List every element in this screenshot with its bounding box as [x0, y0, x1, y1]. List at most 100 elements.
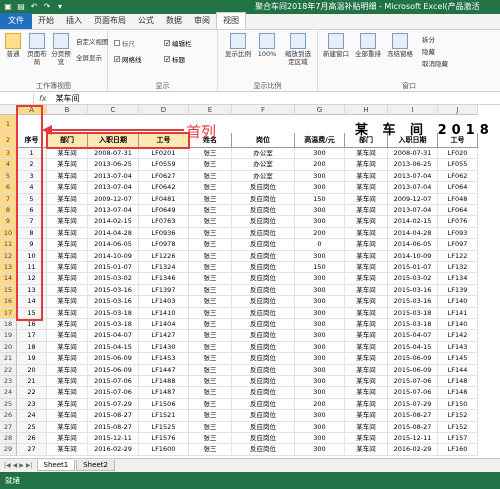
table-cell[interactable]: 反应岗位 — [232, 273, 295, 285]
table-cell[interactable]: 23 — [17, 398, 47, 411]
table-cell[interactable]: 某车间 — [47, 307, 88, 319]
table-cell[interactable]: 2015-04-07 — [88, 330, 139, 342]
table-cell[interactable]: 300 — [295, 170, 345, 183]
zoom-button[interactable]: 显示比例 — [224, 33, 252, 58]
table-cell[interactable]: 2015-07-29 — [388, 398, 438, 411]
table-cell[interactable]: 张三 — [189, 170, 232, 183]
table-cell[interactable]: 反应岗位 — [232, 398, 295, 411]
row-header[interactable]: 1 — [0, 115, 17, 133]
table-cell[interactable]: 反应岗位 — [232, 307, 295, 319]
table-cell[interactable]: 2015-08-27 — [388, 410, 438, 422]
table-cell[interactable]: 张三 — [189, 376, 232, 388]
normal-view-button[interactable]: 普通 — [2, 33, 24, 58]
table-cell[interactable]: LF1430 — [139, 341, 189, 354]
row-header[interactable]: 29 — [0, 444, 17, 456]
tab-home[interactable]: 开始 — [32, 13, 60, 29]
table-cell[interactable]: 2013-07-04 — [388, 170, 438, 183]
prev-sheet-icon[interactable]: ◀ — [13, 462, 18, 469]
table-cell[interactable]: 2013-07-04 — [88, 182, 139, 194]
row-header[interactable]: 21 — [0, 353, 17, 365]
table-cell[interactable]: 300 — [295, 307, 345, 319]
table-cell[interactable]: 24 — [17, 410, 47, 422]
table-cell[interactable]: 某车间 — [47, 239, 88, 251]
table-cell[interactable]: 张三 — [189, 307, 232, 319]
table-cell[interactable]: 某车间 — [47, 262, 88, 274]
table-cell[interactable]: LF145 — [438, 353, 478, 365]
table-cell[interactable]: 某车间 — [345, 398, 388, 411]
table-cell[interactable]: 某车间 — [345, 307, 388, 319]
table-cell[interactable]: 张三 — [189, 410, 232, 422]
row-header[interactable]: 7 — [0, 193, 17, 205]
table-cell[interactable]: 某车间 — [345, 353, 388, 365]
table-cell[interactable]: 某车间 — [47, 284, 88, 297]
zoom-100-button[interactable]: 100% — [256, 33, 278, 58]
row-header[interactable]: 27 — [0, 421, 17, 433]
table-cell[interactable]: 300 — [295, 421, 345, 433]
table-cell[interactable]: 某车间 — [47, 273, 88, 285]
row-header[interactable]: 28 — [0, 433, 17, 445]
header-cell[interactable]: 岗位 — [232, 133, 295, 148]
table-cell[interactable]: LF0978 — [139, 239, 189, 251]
table-cell[interactable]: 2015-03-18 — [388, 319, 438, 331]
table-cell[interactable]: 300 — [295, 148, 345, 160]
table-cell[interactable]: 某车间 — [47, 216, 88, 228]
table-cell[interactable]: LF1410 — [139, 307, 189, 319]
table-cell[interactable]: 2015-01-07 — [388, 262, 438, 274]
table-cell[interactable]: 某车间 — [47, 364, 88, 376]
table-cell[interactable]: 张三 — [189, 341, 232, 354]
row-header[interactable]: 9 — [0, 216, 17, 228]
table-cell[interactable]: LF1447 — [139, 364, 189, 376]
row-header[interactable]: 16 — [0, 296, 17, 308]
table-cell[interactable]: 2013-07-04 — [88, 205, 139, 217]
table-cell[interactable]: 某车间 — [345, 170, 388, 183]
column-header[interactable]: I — [388, 105, 438, 115]
table-cell[interactable]: 某车间 — [47, 341, 88, 354]
ruler-checkbox[interactable]: 标尺 — [114, 38, 135, 48]
table-cell[interactable]: 某车间 — [345, 227, 388, 240]
table-cell[interactable]: 300 — [295, 387, 345, 399]
table-cell[interactable]: LF064 — [438, 205, 478, 217]
table-cell[interactable]: 张三 — [189, 193, 232, 205]
table-cell[interactable]: LF048 — [438, 193, 478, 205]
row-header[interactable]: 2 — [0, 133, 17, 148]
row-header[interactable]: 10 — [0, 227, 17, 240]
table-cell[interactable]: 办公室 — [232, 170, 295, 183]
column-header[interactable]: H — [345, 105, 388, 115]
table-cell[interactable]: LF143 — [438, 341, 478, 354]
table-cell[interactable]: LF1600 — [139, 444, 189, 456]
table-cell[interactable]: 22 — [17, 387, 47, 399]
table-cell[interactable]: 200 — [295, 398, 345, 411]
table-cell[interactable]: 2013-07-04 — [388, 205, 438, 217]
table-cell[interactable]: 2014-02-15 — [388, 216, 438, 228]
table-cell[interactable]: 某车间 — [345, 193, 388, 205]
table-cell[interactable]: LF140 — [438, 296, 478, 308]
customize-qat-icon[interactable]: ▾ — [55, 2, 65, 12]
table-cell[interactable]: 某车间 — [47, 353, 88, 365]
header-cell[interactable]: 高温费/元 — [295, 133, 345, 148]
table-cell[interactable]: 2015-03-18 — [88, 307, 139, 319]
table-cell[interactable]: LF0936 — [139, 227, 189, 240]
table-cell[interactable]: LF097 — [438, 239, 478, 251]
table-cell[interactable]: LF152 — [438, 421, 478, 433]
row-header[interactable]: 12 — [0, 250, 17, 262]
table-cell[interactable]: LF139 — [438, 284, 478, 297]
table-cell[interactable]: LF1506 — [139, 398, 189, 411]
table-cell[interactable]: 张三 — [189, 421, 232, 433]
column-header[interactable]: B — [47, 105, 88, 115]
table-cell[interactable]: 150 — [295, 193, 345, 205]
unhide-button[interactable]: 取消隐藏 — [422, 58, 448, 68]
table-cell[interactable]: 2015-06-09 — [88, 353, 139, 365]
table-cell[interactable]: 2014-04-28 — [388, 227, 438, 240]
table-cell[interactable]: 2015-03-02 — [88, 273, 139, 285]
table-cell[interactable]: 2015-07-06 — [388, 376, 438, 388]
table-cell[interactable]: 2013-06-25 — [388, 159, 438, 171]
table-cell[interactable]: LF160 — [438, 444, 478, 456]
table-cell[interactable]: 某车间 — [345, 341, 388, 354]
fx-icon[interactable]: fx — [34, 94, 52, 103]
table-cell[interactable]: 反应岗位 — [232, 364, 295, 376]
table-cell[interactable]: 反应岗位 — [232, 216, 295, 228]
table-cell[interactable]: LF140 — [438, 319, 478, 331]
table-cell[interactable]: LF1521 — [139, 410, 189, 422]
table-cell[interactable]: 200 — [295, 159, 345, 171]
table-cell[interactable]: 2015-04-07 — [388, 330, 438, 342]
